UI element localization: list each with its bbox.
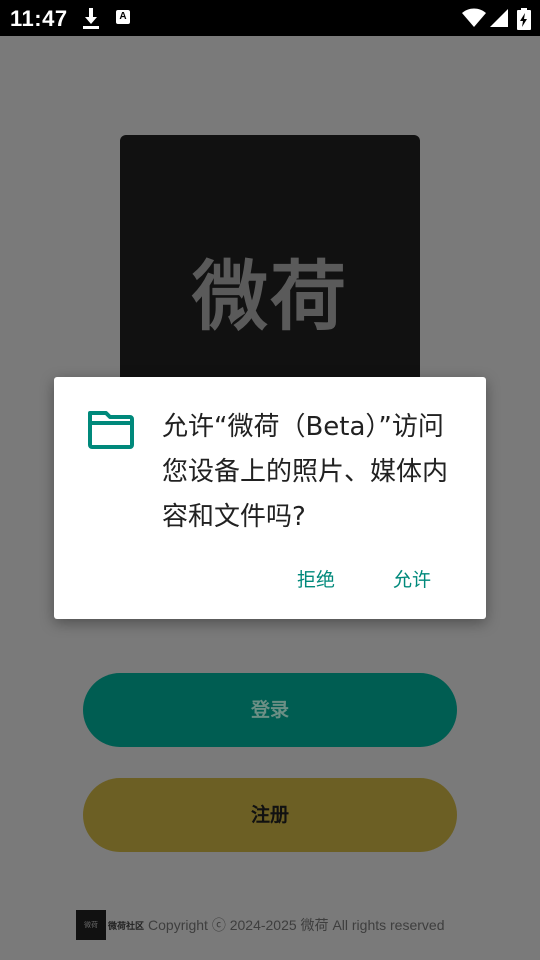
a-notification-icon: A <box>116 10 130 24</box>
allow-button[interactable]: 允许 <box>393 565 431 592</box>
signal-icon <box>490 9 508 27</box>
folder-icon <box>88 411 134 449</box>
dialog-message: 允许“微荷（Beta）”访问您设备上的照片、媒体内容和文件吗? <box>162 412 449 532</box>
login-button[interactable]: 登录 <box>83 673 457 747</box>
deny-button[interactable]: 拒绝 <box>297 565 335 592</box>
footer-copyright: Copyright ⓒ 2024-2025 微荷 All rights rese… <box>148 917 445 933</box>
permission-dialog: 允许“微荷（Beta）”访问您设备上的照片、媒体内容和文件吗? 拒绝 允许 <box>54 377 486 619</box>
register-button[interactable]: 注册 <box>83 778 457 852</box>
footer: 微荷 微荷社区 Copyright ⓒ 2024-2025 微荷 All rig… <box>76 910 444 940</box>
wifi-icon <box>462 8 486 27</box>
download-icon <box>83 8 99 29</box>
status-time: 11:47 <box>10 6 68 31</box>
app-logo-text: 微荷 <box>192 252 348 341</box>
battery-charging-icon <box>517 8 531 30</box>
status-bar: 11:47 A <box>0 0 540 36</box>
footer-logo: 微荷 <box>76 910 106 940</box>
footer-brand: 微荷社区 <box>108 921 145 932</box>
